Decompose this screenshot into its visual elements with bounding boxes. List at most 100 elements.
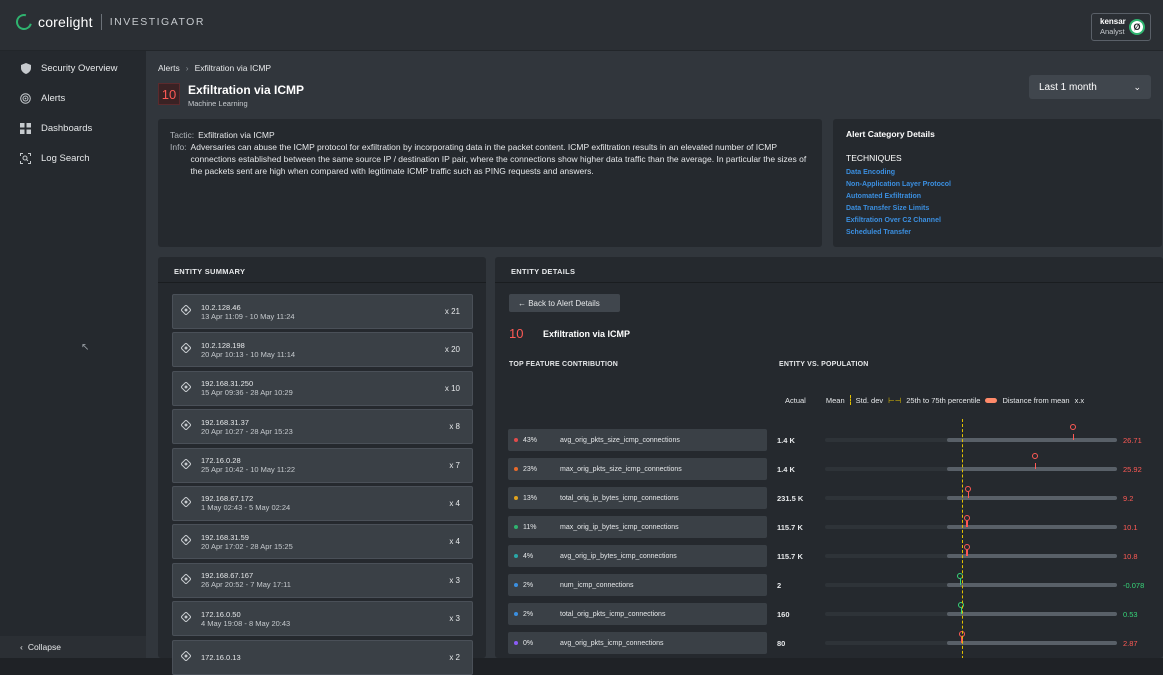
feature-actual: 115.7 K	[777, 523, 803, 532]
entity-list-item[interactable]: 10.2.128.46 13 Apr 11:09 - 10 May 11:24 x …	[172, 294, 473, 329]
technique-link[interactable]: Automated Exfiltration	[846, 191, 1149, 203]
sidebar-item-dashboards[interactable]: Dashboards	[0, 113, 146, 143]
sidebar: Security Overview Alerts Dashboards Log …	[0, 51, 146, 658]
entity-count: x 21	[444, 307, 460, 316]
entity-vs-population-heading: ENTITY VS. POPULATION	[779, 361, 869, 368]
entity-ip: 10.2.128.46	[201, 302, 241, 312]
feature-pct: 13%	[523, 494, 538, 502]
entity-list-item[interactable]: 10.2.128.198 20 Apr 10:13 - 10 May 11:14 x…	[172, 332, 473, 368]
collapse-button[interactable]: ‹ Collapse	[0, 636, 146, 658]
time-range-value: Last 1 month	[1039, 81, 1097, 93]
population-bar	[825, 467, 1117, 471]
feature-name: avg_orig_pkts_size_icmp_connections	[560, 436, 680, 444]
feature-distance: -0.078	[1123, 581, 1145, 590]
feature-color-dot	[514, 641, 518, 645]
sidebar-item-label: Dashboards	[41, 122, 93, 134]
sidebar-item-alerts[interactable]: Alerts	[0, 83, 146, 113]
entity-count: x 4	[449, 537, 460, 547]
tactic-label: Tactic:	[170, 130, 195, 140]
crosshair-icon	[180, 534, 192, 548]
top-bar: corelight INVESTIGATOR kensar Analyst Ø	[0, 0, 1163, 51]
entity-ip: 192.168.31.37	[201, 417, 249, 427]
feature-row[interactable]: 13% total_orig_ip_bytes_icmp_connections	[508, 487, 767, 509]
population-bar	[825, 641, 1117, 645]
entity-count: x 2	[449, 652, 460, 662]
feature-row[interactable]: 0% avg_orig_pkts_icmp_connections	[508, 632, 767, 654]
crosshair-icon	[180, 419, 192, 433]
actual-marker[interactable]	[1032, 453, 1039, 459]
entity-count: x 10	[444, 383, 460, 393]
entity-ip: 192.168.31.250	[201, 379, 254, 389]
back-to-alert-button[interactable]: ← Back to Alert Details	[509, 294, 620, 312]
feature-row[interactable]: 43% avg_orig_pkts_size_icmp_connections	[508, 429, 767, 451]
logo-divider	[100, 14, 102, 30]
entity-list-item[interactable]: 192.168.31.37 20 Apr 10:27 - 28 Apr 15:23…	[172, 409, 473, 445]
feature-row[interactable]: 2% total_orig_pkts_icmp_connections	[508, 603, 767, 625]
technique-link[interactable]: Data Transfer Size Limits	[846, 203, 1149, 215]
entity-count: x 8	[449, 422, 460, 432]
feature-color-dot	[514, 525, 518, 529]
entity-list-item[interactable]: 172.16.0.13 x 2	[172, 639, 473, 675]
entity-details-title: ENTITY DETAILS	[495, 257, 1163, 283]
feature-pct: 23%	[523, 465, 538, 473]
breadcrumb-current: Exfiltration via ICMP	[194, 63, 272, 73]
technique-link[interactable]: Exfiltration Over C2 Channel	[846, 215, 1149, 227]
technique-link[interactable]: Data Encoding	[846, 167, 1149, 179]
collapse-label: Collapse	[27, 642, 61, 652]
percentile-range	[947, 525, 1117, 529]
feature-row[interactable]: 23% max_orig_pkts_size_icmp_connections	[508, 458, 767, 480]
actual-marker-stem	[959, 579, 962, 585]
percentile-range	[947, 583, 1117, 587]
entity-count: x 3	[449, 575, 460, 585]
top-feature-heading: TOP FEATURE CONTRIBUTION	[509, 361, 619, 368]
entity-list-item[interactable]: 172.16.0.50 4 May 19:08 - 8 May 20:43 x 3	[172, 601, 473, 637]
feature-name: avg_orig_ip_bytes_icmp_connections	[560, 552, 677, 560]
entity-list-item[interactable]: 192.168.31.250 15 Apr 09:36 - 28 Apr 10:2…	[172, 370, 473, 406]
corelight-logo[interactable]: corelight INVESTIGATOR	[13, 11, 205, 33]
actual-marker[interactable]	[963, 544, 970, 550]
entity-list-item[interactable]: 172.16.0.28 25 Apr 10:42 - 10 May 11:22 x …	[172, 447, 473, 483]
actual-marker[interactable]	[1070, 424, 1077, 430]
population-bar	[825, 583, 1117, 587]
entity-list-item[interactable]: 192.168.67.167 26 Apr 20:52 - 7 May 17:11…	[172, 562, 473, 598]
population-bar	[825, 612, 1117, 616]
shield-icon	[20, 62, 31, 74]
entity-ip: 172.16.0.50	[201, 609, 241, 619]
feature-pct: 2%	[523, 581, 534, 589]
feature-color-dot	[514, 438, 518, 442]
entity-list-item[interactable]: 192.168.67.172 1 May 02:43 - 5 May 02:24 x…	[172, 485, 473, 521]
entity-time-range: 20 Apr 10:13 - 10 May 11:14	[201, 349, 296, 359]
feature-distance: 2.87	[1123, 639, 1138, 648]
mean-line-icon	[849, 395, 851, 405]
grid-icon	[20, 122, 31, 134]
actual-marker-stem	[967, 492, 970, 498]
feature-name: total_orig_ip_bytes_icmp_connections	[560, 494, 679, 502]
crosshair-icon	[180, 457, 192, 472]
feature-actual: 160	[777, 610, 790, 619]
population-bar	[825, 554, 1117, 558]
feature-row[interactable]: 4% avg_orig_ip_bytes_icmp_connections	[508, 545, 767, 567]
logo-ring-icon	[13, 11, 35, 33]
technique-link[interactable]: Non-Application Layer Protocol	[846, 179, 1149, 191]
sidebar-item-log-search[interactable]: Log Search	[0, 143, 146, 173]
technique-link[interactable]: Scheduled Transfer	[846, 227, 1149, 239]
radar-icon	[20, 92, 31, 104]
chevron-left-icon: ‹	[20, 642, 23, 652]
user-name: kensar	[1100, 17, 1126, 26]
info-label: Info:	[170, 142, 187, 152]
actual-marker[interactable]	[965, 486, 972, 492]
feature-distance: 9.2	[1123, 494, 1134, 503]
feature-row[interactable]: 2% num_icmp_connections	[508, 574, 767, 596]
actual-marker[interactable]	[963, 515, 970, 521]
entity-list-item[interactable]: 192.168.31.59 20 Apr 17:02 - 28 Apr 15:25…	[172, 524, 473, 560]
breadcrumb-alerts-link[interactable]: Alerts	[158, 63, 180, 73]
tactic-value: Exfiltration via ICMP	[198, 130, 275, 140]
feature-row[interactable]: 11% max_orig_ip_bytes_icmp_connections	[508, 516, 767, 538]
user-menu[interactable]: kensar Analyst Ø	[1091, 13, 1151, 41]
sidebar-item-security-overview[interactable]: Security Overview	[0, 53, 146, 83]
entity-ip: 192.168.67.172	[201, 494, 254, 504]
time-range-select[interactable]: Last 1 month ⌄	[1029, 75, 1151, 99]
entity-ip: 192.168.67.167	[201, 571, 254, 581]
avatar: Ø	[1129, 19, 1145, 35]
feature-distance: 10.8	[1123, 552, 1138, 561]
